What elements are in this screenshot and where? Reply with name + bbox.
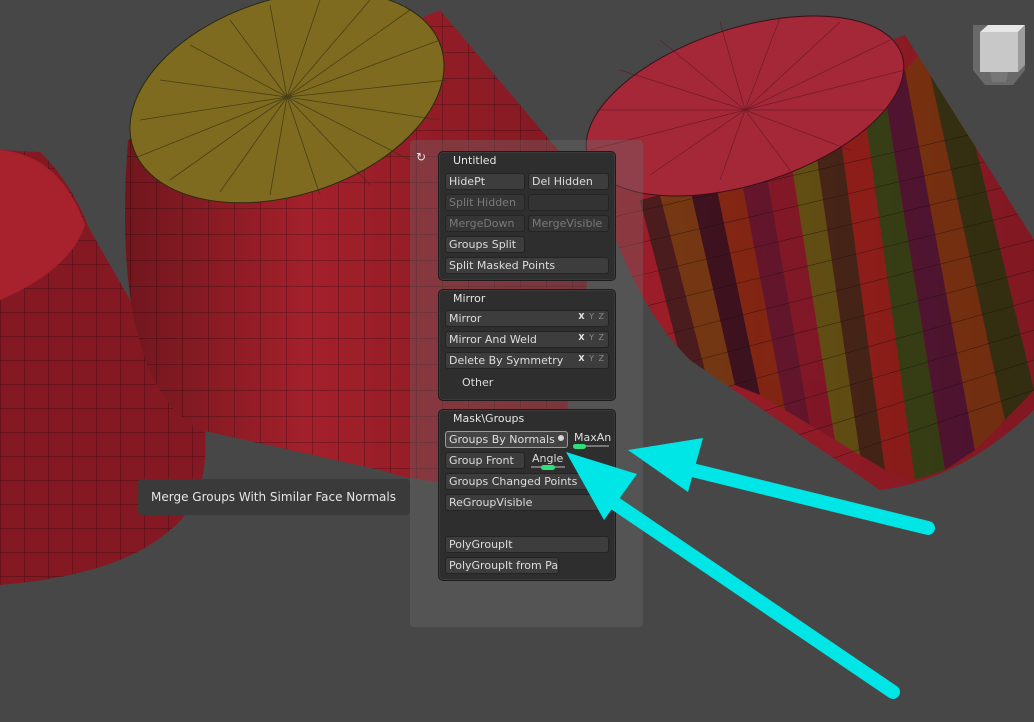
polygroupit-button[interactable]: PolyGroupIt <box>445 536 609 553</box>
hidept-button[interactable]: HidePt <box>445 173 525 190</box>
groups-by-normals-button[interactable]: Groups By Normals <box>445 431 568 448</box>
group-mask-groups: Mask\Groups Groups By Normals MaxAn Grou… <box>438 409 616 581</box>
regroupvisible-button[interactable]: ReGroupVisible <box>445 494 609 511</box>
maxangle-slider-knob[interactable] <box>573 444 586 449</box>
axis-toggle[interactable]: X Y Z <box>578 332 605 345</box>
empty-slot <box>528 194 609 211</box>
group-front-button[interactable]: Group Front <box>445 452 525 469</box>
other-subpalette[interactable]: Other <box>462 376 493 389</box>
refresh-icon[interactable]: ↻ <box>414 150 428 164</box>
group-title: Mirror <box>453 292 486 305</box>
mergedown-button[interactable]: MergeDown <box>445 215 525 232</box>
axis-toggle[interactable]: X Y Z <box>578 311 605 324</box>
del-hidden-button[interactable]: Del Hidden <box>528 173 609 190</box>
split-hidden-button[interactable]: Split Hidden <box>445 194 525 211</box>
group-title: Mask\Groups <box>453 412 525 425</box>
split-masked-points-button[interactable]: Split Masked Points <box>445 257 609 274</box>
button-label: Delete By Symmetry <box>449 354 564 367</box>
groups-split-button[interactable]: Groups Split <box>445 236 525 253</box>
button-label: Mirror <box>449 312 482 325</box>
groups-changed-points-button[interactable]: Groups Changed Points <box>445 473 609 490</box>
polygroupit-from-paint-button[interactable]: PolyGroupIt from Pa <box>445 557 559 574</box>
mode-indicator-icon <box>558 435 564 441</box>
group-title: Untitled <box>453 154 497 167</box>
angle-slider-knob[interactable] <box>541 465 555 470</box>
mirror-and-weld-button[interactable]: Mirror And Weld X Y Z <box>445 331 609 348</box>
maxangle-label: MaxAn <box>574 431 612 444</box>
group-untitled: Untitled HidePt Del Hidden Split Hidden … <box>438 151 616 281</box>
mirror-button[interactable]: Mirror X Y Z <box>445 310 609 327</box>
navigation-cube-icon[interactable] <box>968 20 1030 90</box>
group-mirror: Mirror Mirror X Y Z Mirror And Weld X Y … <box>438 289 616 401</box>
angle-label: Angle <box>532 452 564 465</box>
button-label: Groups By Normals <box>449 433 555 446</box>
mergevisible-button[interactable]: MergeVisible <box>528 215 609 232</box>
axis-toggle[interactable]: X Y Z <box>578 353 605 366</box>
button-label: Mirror And Weld <box>449 333 537 346</box>
delete-by-symmetry-button[interactable]: Delete By Symmetry X Y Z <box>445 352 609 369</box>
tooltip: Merge Groups With Similar Face Normals <box>138 479 410 515</box>
